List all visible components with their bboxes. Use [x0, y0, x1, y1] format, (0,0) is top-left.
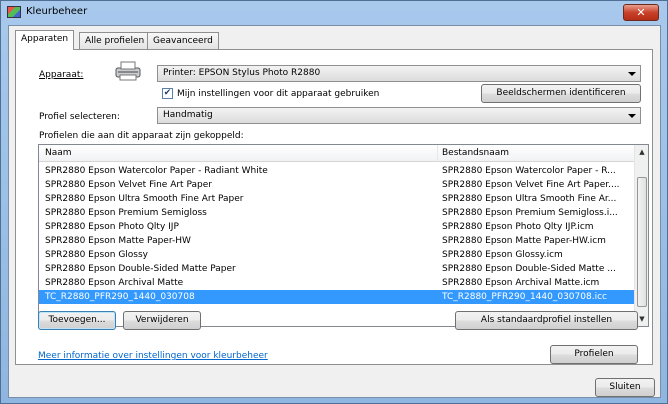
list-item[interactable]: SPR2880 Epson Archival Matte SPR2880 Eps…: [39, 276, 635, 290]
profile-name: SPR2880 Epson Double-Sided Matte Paper: [45, 264, 236, 274]
profile-name: SPR2880 Epson Velvet Fine Art Paper: [45, 180, 212, 190]
profile-filename: SPR2880 Epson Velvet Fine Art Paper....: [442, 180, 620, 190]
list-item[interactable]: SPR2880 Epson Watercolor Paper - Radiant…: [39, 164, 635, 178]
list-scrollbar[interactable]: ▲ ▼: [634, 145, 648, 326]
associated-profiles-label: Profielen die aan dit apparaat zijn geko…: [39, 131, 244, 141]
device-label: Apparaat:: [39, 70, 84, 80]
dropdown-arrow-icon: [628, 72, 636, 76]
profile-filename: SPR2880 Epson Watercolor Paper - R...: [442, 166, 616, 176]
list-item[interactable]: SPR2880 Epson Double-Sided Matte Paper S…: [39, 262, 635, 276]
close-button[interactable]: Sluiten: [595, 378, 655, 397]
dropdown-arrow-icon: [628, 114, 636, 118]
profile-filename: SPR2880 Epson Photo Qlty IJP.icm: [442, 222, 594, 232]
profile-name: SPR2880 Epson Watercolor Paper - Radiant…: [45, 166, 268, 176]
color-management-icon: [7, 6, 21, 18]
window-title: Kleurbeheer: [26, 6, 88, 17]
profiles-button[interactable]: Profielen: [550, 345, 638, 364]
profile-name: SPR2880 Epson Photo Qlty IJP: [45, 222, 179, 232]
scroll-up-icon[interactable]: ▲: [635, 145, 648, 159]
list-item[interactable]: SPR2880 Epson Velvet Fine Art Paper SPR2…: [39, 178, 635, 192]
profiles-list[interactable]: Naam Bestandsnaam SPR2880 Epson Watercol…: [38, 144, 649, 327]
title-bar: Kleurbeheer ✕: [1, 1, 667, 25]
use-my-settings-label: Mijn instellingen voor dit apparaat gebr…: [177, 89, 380, 99]
tab-apparaten[interactable]: Apparaten: [15, 30, 75, 50]
set-default-profile-button[interactable]: Als standaardprofiel instellen: [455, 311, 638, 330]
column-separator[interactable]: [437, 145, 438, 162]
tab-alle-profielen[interactable]: Alle profielen: [79, 32, 151, 49]
use-my-settings-checkbox[interactable]: ✔: [162, 88, 173, 99]
profile-name: SPR2880 Epson Archival Matte: [45, 278, 184, 288]
list-item[interactable]: SPR2880 Epson Ultra Smooth Fine Art Pape…: [39, 192, 635, 206]
profile-select-value: Handmatig: [163, 110, 213, 120]
list-item[interactable]: SPR2880 Epson Glossy SPR2880 Epson Gloss…: [39, 248, 635, 262]
profile-filename: SPR2880 Epson Archival Matte.icm: [442, 278, 600, 288]
profiles-list-header: Naam Bestandsnaam: [39, 145, 635, 162]
profile-filename: SPR2880 Epson Ultra Smooth Fine Ar...: [442, 194, 617, 204]
profile-name: SPR2880 Epson Premium Semigloss: [45, 208, 207, 218]
checkmark-icon: ✔: [163, 88, 172, 98]
column-header-name[interactable]: Naam: [45, 148, 72, 158]
list-item-selected[interactable]: TC_R2880_PFR290_1440_030708 TC_R2880_PFR…: [39, 290, 635, 304]
device-dropdown-value: Printer: EPSON Stylus Photo R2880: [163, 68, 321, 78]
close-icon[interactable]: ✕: [623, 4, 659, 21]
remove-profile-button[interactable]: Verwijderen: [123, 311, 201, 330]
list-item[interactable]: SPR2880 Epson Photo Qlty IJP SPR2880 Eps…: [39, 220, 635, 234]
profile-name: SPR2880 Epson Glossy: [45, 250, 149, 260]
list-item[interactable]: SPR2880 Epson Matte Paper-HW SPR2880 Eps…: [39, 234, 635, 248]
scrollbar-thumb[interactable]: [637, 177, 647, 307]
tab-geavanceerd[interactable]: Geavanceerd: [147, 32, 219, 49]
column-header-filename[interactable]: Bestandsnaam: [442, 148, 509, 158]
profile-name: SPR2880 Epson Matte Paper-HW: [45, 236, 191, 246]
profile-filename: SPR2880 Epson Matte Paper-HW.icm: [442, 236, 606, 246]
profile-filename: SPR2880 Epson Glossy.icm: [442, 250, 563, 260]
profile-filename: TC_R2880_PFR290_1440_030708.icc: [442, 292, 607, 302]
device-dropdown[interactable]: Printer: EPSON Stylus Photo R2880: [157, 65, 641, 82]
profile-filename: SPR2880 Epson Double-Sided Matte ...: [442, 264, 616, 274]
dialog-client-area: Apparaten Alle profielen Geavanceerd App…: [8, 25, 661, 398]
profile-select-label: Profiel selecteren:: [39, 112, 120, 122]
list-item[interactable]: SPR2880 Epson Premium Semigloss SPR2880 …: [39, 206, 635, 220]
add-profile-button[interactable]: Toevoegen...: [38, 311, 116, 330]
identify-monitors-button[interactable]: Beeldschermen identificeren: [481, 84, 641, 103]
profile-name: TC_R2880_PFR290_1440_030708: [45, 292, 195, 302]
profile-name: SPR2880 Epson Ultra Smooth Fine Art Pape…: [45, 194, 244, 204]
color-management-window: Kleurbeheer ✕ Apparaten Alle profielen G…: [0, 0, 668, 404]
profile-filename: SPR2880 Epson Premium Semigloss.i...: [442, 208, 618, 218]
more-info-link[interactable]: Meer informatie over instellingen voor k…: [38, 351, 268, 361]
printer-icon: [115, 61, 141, 81]
profile-select-dropdown[interactable]: Handmatig: [157, 107, 641, 124]
